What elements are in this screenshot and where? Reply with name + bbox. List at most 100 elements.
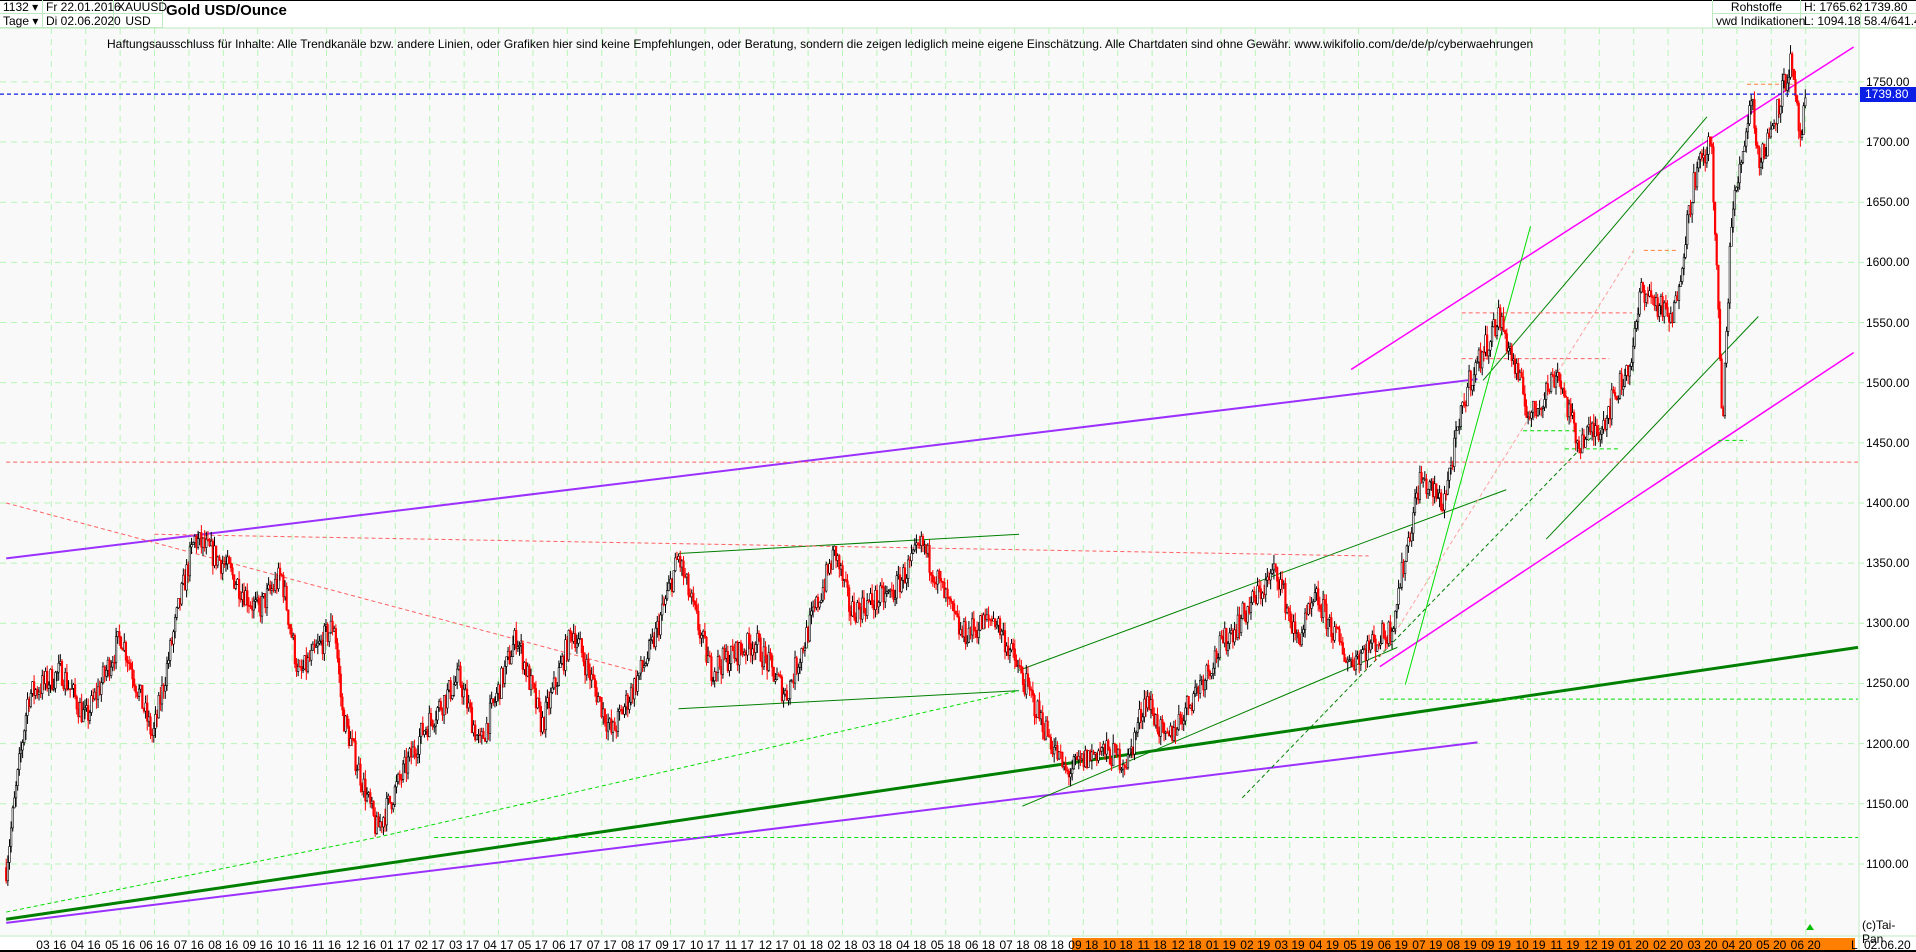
candle-body [1753, 99, 1756, 129]
candle-body [1613, 392, 1617, 397]
candle-body [1264, 579, 1267, 595]
candle-body [1610, 389, 1613, 420]
candle-body [1394, 610, 1397, 630]
candle-body [1207, 664, 1210, 672]
price-chart[interactable] [0, 0, 1916, 952]
candle-body [429, 713, 433, 721]
candle-body [1361, 649, 1364, 654]
candle-body [228, 556, 231, 564]
last-price-label: 1739.80 [1860, 87, 1916, 102]
candle-body [365, 793, 369, 802]
candle-body [1258, 585, 1261, 590]
candle-body [1650, 290, 1653, 297]
candle-body [260, 596, 264, 617]
x-tick-label: 08 17 [621, 938, 652, 952]
period-count-select[interactable]: 1132 ▾ [0, 0, 43, 14]
interval-select[interactable]: Tage ▾ [0, 14, 43, 28]
candle-body [1684, 244, 1687, 258]
candle-body [372, 800, 375, 816]
x-tick-label: 07 19 [1412, 938, 1443, 952]
candle-body [1162, 722, 1166, 734]
candle-body [700, 634, 703, 639]
x-tick-label: 01 18 [793, 938, 824, 952]
candle-body [977, 629, 980, 638]
candle-body [10, 827, 13, 847]
candle-body [1013, 648, 1016, 661]
candle-body [1395, 604, 1399, 612]
candle-body [82, 709, 85, 723]
candle-body [1546, 383, 1549, 391]
x-tick-label: 10 16 [277, 938, 308, 952]
candle-body [1750, 100, 1753, 106]
x-tick-label: 12 16 [345, 938, 376, 952]
candle-body [1584, 439, 1587, 448]
currency: USD [114, 14, 163, 28]
x-tick-label: 04 19 [1309, 938, 1340, 952]
candle-body [1759, 161, 1763, 168]
candle-body [1717, 264, 1720, 310]
candle-body [1133, 732, 1136, 755]
candle-body [24, 715, 27, 732]
candle-body [505, 656, 508, 667]
scale-mode-button[interactable]: L [1851, 938, 1858, 952]
candle-body [1746, 123, 1749, 133]
candle-body [1682, 257, 1686, 269]
candle-body [1504, 329, 1507, 334]
candle-body [1310, 602, 1313, 609]
candle-body [1203, 680, 1207, 691]
candle-body [510, 656, 513, 665]
candle-body [1412, 512, 1415, 534]
candle-body [359, 763, 362, 786]
candle-body [1718, 309, 1722, 360]
candle-body [1118, 748, 1121, 770]
chevron-down-icon: ▾ [32, 0, 39, 14]
candle-body [549, 692, 552, 709]
candle-body [418, 736, 421, 755]
x-tick-label: 03 20 [1687, 938, 1718, 952]
candle-body [1392, 628, 1395, 632]
candle-body [401, 763, 405, 780]
candle-body [339, 673, 342, 698]
candle-body [88, 712, 91, 721]
candle-body [1369, 642, 1372, 651]
candle-body [1472, 374, 1476, 386]
candle-body [1786, 82, 1789, 91]
candle-body [931, 575, 934, 583]
candle-body [1064, 764, 1067, 771]
candle-body [1677, 286, 1681, 301]
x-tick-label: 02 19 [1240, 938, 1271, 952]
x-tick-label: 01 17 [380, 938, 411, 952]
candle-body [939, 577, 943, 582]
candle-body [1599, 434, 1602, 441]
candle-body [1326, 618, 1330, 630]
candle-body [129, 662, 132, 670]
candle-body [482, 731, 485, 739]
candle-body [1664, 302, 1667, 308]
candle-body [1426, 488, 1430, 495]
x-tick-label: 01 20 [1618, 938, 1649, 952]
candle-body [818, 602, 821, 608]
candle-body [533, 683, 536, 689]
chevron-down-icon: ▾ [32, 14, 39, 28]
candle-body [436, 707, 439, 721]
end-date[interactable]: Di 02.06.2020 [43, 14, 121, 28]
candle-body [75, 696, 78, 710]
candle-body [1459, 405, 1462, 427]
x-tick-label: 03 19 [1274, 938, 1305, 952]
candle-body [946, 588, 949, 598]
candle-body [1333, 626, 1336, 641]
candle-body [395, 781, 398, 788]
candle-body [1179, 714, 1182, 719]
x-tick-label: 02 18 [827, 938, 858, 952]
data-source: vwd Indikationen [1712, 14, 1805, 28]
candle-body [416, 754, 419, 758]
candle-body [718, 656, 721, 667]
candle-body [388, 795, 392, 803]
start-date[interactable]: Fr 22.01.2016 [43, 0, 121, 14]
candle-body [1679, 281, 1682, 287]
candle-body [1623, 375, 1626, 387]
candle-body [1300, 632, 1303, 646]
candle-body [820, 599, 823, 603]
candle-body [1184, 707, 1187, 722]
candle-body [1069, 773, 1072, 778]
